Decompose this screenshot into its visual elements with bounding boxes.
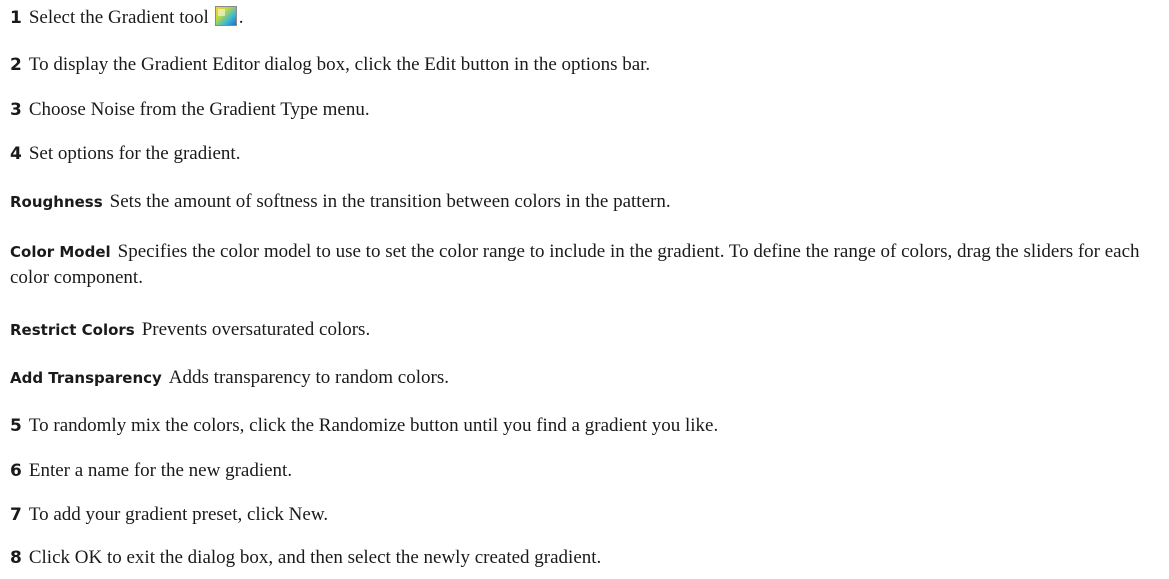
step-5: 5 To randomly mix the colors, click the R…	[10, 414, 1159, 438]
step-text: Enter a name for the new gradient.	[28, 460, 293, 481]
step-7: 7 To add your gradient preset, click New.	[10, 503, 1159, 527]
step-text: Choose Noise from the Gradient Type menu…	[28, 99, 370, 120]
step-number: 2	[10, 55, 22, 75]
step-text: Select the Gradient tool	[28, 7, 209, 28]
step-number: 1	[10, 8, 22, 28]
step-suffix: .	[238, 7, 244, 28]
option-term: Roughness	[10, 193, 103, 211]
document: 1 Select the Gradient tool. 2 To display t…	[0, 0, 1169, 579]
option-text: Adds transparency to random colors.	[168, 367, 449, 388]
option-text: Prevents oversaturated colors.	[141, 319, 371, 340]
gradient-tool-icon	[214, 6, 237, 26]
step-number: 4	[10, 144, 22, 164]
option-add-transparency: Add Transparency Adds transparency to ran…	[10, 366, 1159, 390]
option-roughness: Roughness Sets the amount of softness in …	[10, 190, 1159, 214]
option-restrict-colors: Restrict Colors Prevents oversaturated co…	[10, 318, 1159, 342]
step-2: 2 To display the Gradient Editor dialog b…	[10, 53, 1159, 77]
option-color-model: Color Model Specifies the color model to …	[10, 239, 1159, 290]
step-number: 6	[10, 461, 22, 481]
step-text: To display the Gradient Editor dialog bo…	[28, 54, 651, 75]
option-term: Restrict Colors	[10, 321, 135, 339]
option-text: Specifies the color model to use to set …	[10, 241, 1140, 288]
step-6: 6 Enter a name for the new gradient.	[10, 459, 1159, 483]
option-term: Add Transparency	[10, 369, 162, 387]
step-number: 8	[10, 548, 22, 568]
step-1: 1 Select the Gradient tool.	[10, 6, 1159, 30]
step-text: Set options for the gradient.	[28, 143, 241, 164]
step-4: 4 Set options for the gradient.	[10, 142, 1159, 166]
step-text: To add your gradient preset, click New.	[28, 504, 329, 525]
step-8: 8 Click OK to exit the dialog box, and th…	[10, 546, 1159, 570]
step-3: 3 Choose Noise from the Gradient Type men…	[10, 98, 1159, 122]
step-number: 7	[10, 505, 22, 525]
step-text: To randomly mix the colors, click the Ra…	[28, 415, 719, 436]
option-term: Color Model	[10, 243, 111, 261]
step-number: 3	[10, 100, 22, 120]
step-number: 5	[10, 416, 22, 436]
step-text: Click OK to exit the dialog box, and the…	[28, 547, 602, 568]
option-text: Sets the amount of softness in the trans…	[109, 191, 671, 212]
